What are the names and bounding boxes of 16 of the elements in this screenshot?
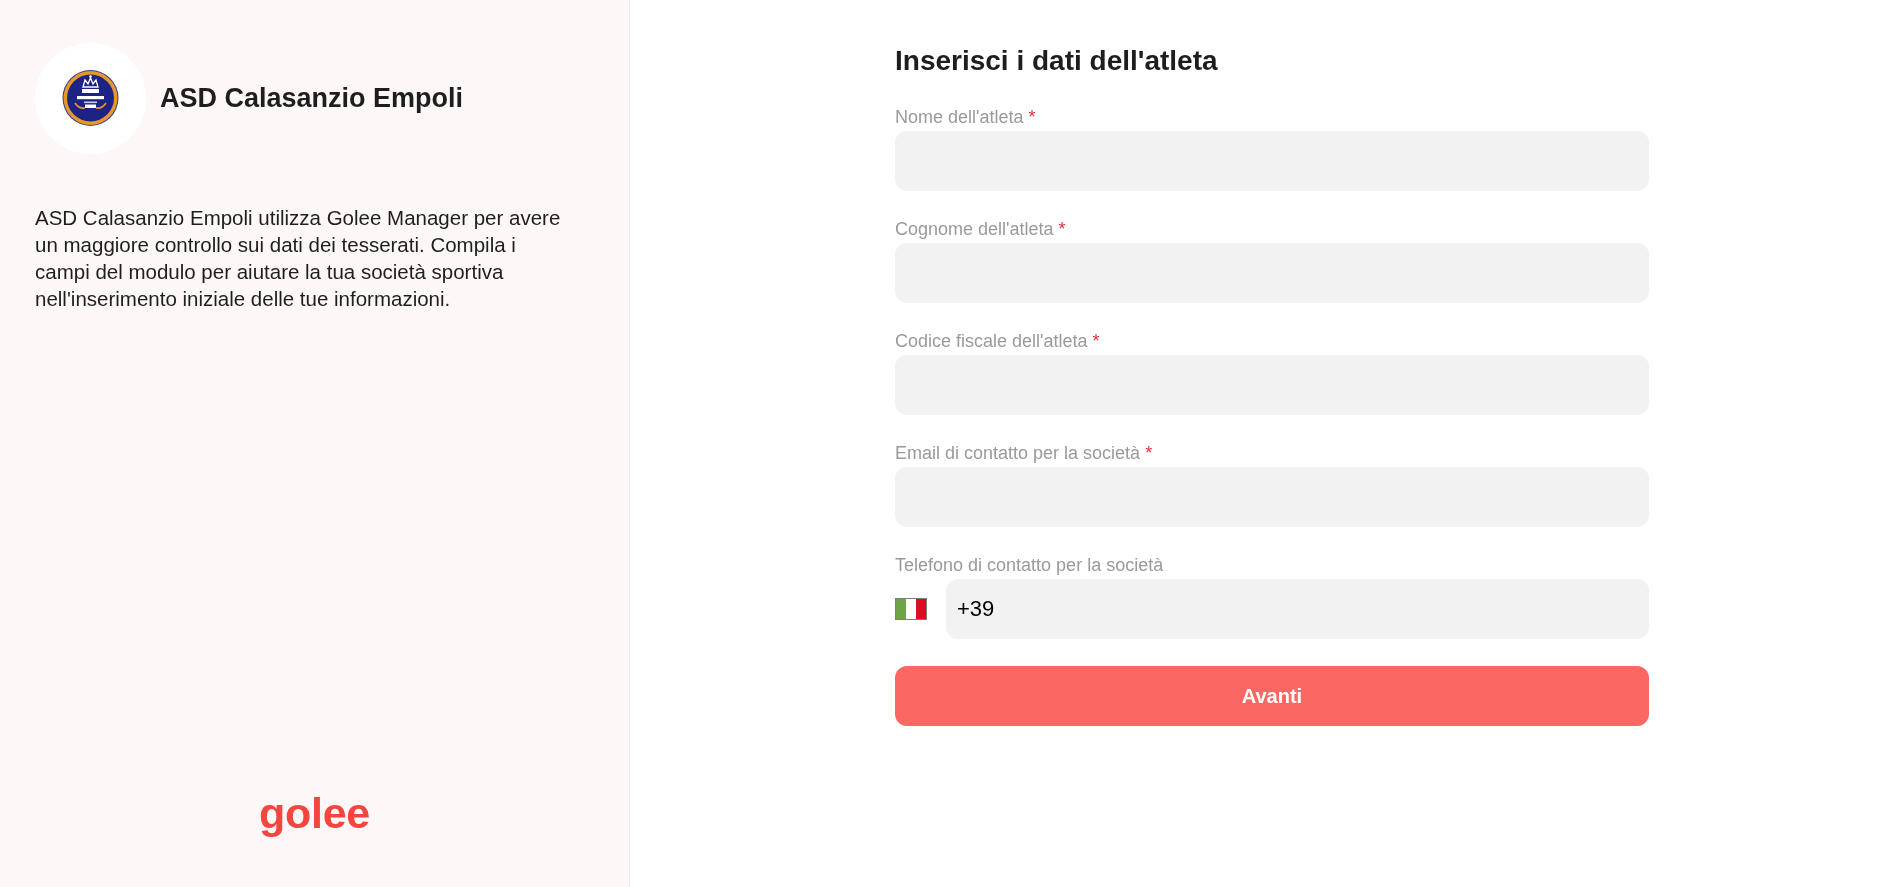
field-label: Codice fiscale dell'atleta bbox=[895, 330, 1088, 352]
field-label: Cognome dell'atleta bbox=[895, 218, 1054, 240]
phone-input[interactable]: +39 bbox=[946, 579, 1649, 639]
club-name: ASD Calasanzio Empoli bbox=[160, 83, 464, 114]
club-description: ASD Calasanzio Empoli utilizza Golee Manager per avere un maggiore controllo sui dati dei tesserati. Compila i campi del modulo per aiutare la tua società sportiva nell'inserimento iniziale delle tue informazioni. bbox=[35, 205, 562, 312]
field-label: Nome dell'atleta bbox=[895, 106, 1024, 128]
required-mark: * bbox=[1145, 442, 1153, 464]
required-mark: * bbox=[1058, 218, 1066, 240]
flag-icon[interactable] bbox=[895, 598, 927, 620]
club-crest-icon bbox=[35, 43, 146, 154]
field-label: Telefono di contatto per la società bbox=[895, 554, 1164, 576]
field-label: Email di contatto per la società bbox=[895, 442, 1141, 464]
form-title: Inserisci i dati dell'atleta bbox=[895, 44, 1219, 78]
brand-logo: golee bbox=[259, 788, 370, 838]
required-mark: * bbox=[1028, 106, 1036, 128]
required-mark: * bbox=[1092, 330, 1100, 352]
